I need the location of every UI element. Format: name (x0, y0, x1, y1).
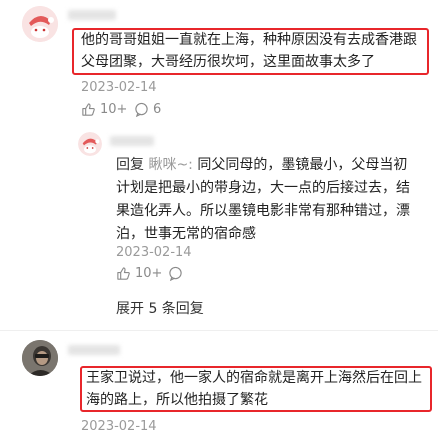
comment-text-line: 王家卫说过，他一家人的宿命就是离开上海然后在回上 (86, 370, 422, 386)
comment-avatar[interactable] (22, 340, 58, 376)
reply-button[interactable]: 6 (134, 102, 161, 117)
comment-text-line: 他的哥哥姐姐一直就在上海，种种原因没有去成香港跟 (81, 32, 417, 48)
comment-bubble-icon (135, 102, 148, 117)
comment-date: 2023-02-14 (81, 80, 157, 95)
reply-date: 2023-02-14 (116, 245, 192, 260)
reply-text-line: 计划是把最小的带身边，大一点的后接过去，结 (116, 180, 410, 196)
portrait-avatar-icon (22, 340, 58, 376)
reply-count: 6 (153, 102, 162, 117)
like-count: 10+ (135, 266, 163, 281)
reply-text-line: 泊，世事无常的宿命感 (116, 226, 256, 242)
santa-hat-avatar-icon (22, 6, 58, 42)
reply-prefix: 回复 (116, 157, 144, 173)
username-redacted[interactable] (68, 345, 120, 355)
reply-text-line: 果造化弄人。所以墨镜电影非常有那种错过，漂 (116, 203, 410, 219)
username-redacted[interactable] (110, 136, 154, 146)
like-button[interactable]: 10+ (116, 266, 162, 281)
reply-avatar[interactable] (78, 132, 102, 156)
divider (0, 330, 438, 331)
reply-to-user[interactable]: 瞅咪~: (148, 157, 192, 173)
like-button[interactable]: 10+ (81, 102, 127, 117)
reply-text: 同父同母的，墨镜最小，父母当初 (197, 157, 408, 173)
comment-bubble-icon (169, 266, 182, 281)
santa-hat-avatar-icon (78, 132, 102, 156)
reply-button[interactable] (168, 266, 183, 281)
thumbs-up-icon (117, 267, 130, 280)
like-count: 10+ (100, 102, 128, 117)
comment-date: 2023-02-14 (81, 419, 157, 434)
expand-replies-link[interactable]: 展开 5 条回复 (116, 298, 204, 318)
comment-text-line: 海的路上，所以他拍摄了繁花 (86, 392, 268, 408)
username-redacted[interactable] (68, 10, 116, 20)
comment-avatar[interactable] (22, 6, 58, 42)
thumbs-up-icon (82, 103, 95, 116)
reply-text-line: 回复 瞅咪~: 同父同母的，墨镜最小，父母当初 (116, 154, 407, 176)
comment-text-line: 父母团聚，大哥经历很坎坷，这里面故事太多了 (81, 54, 375, 70)
